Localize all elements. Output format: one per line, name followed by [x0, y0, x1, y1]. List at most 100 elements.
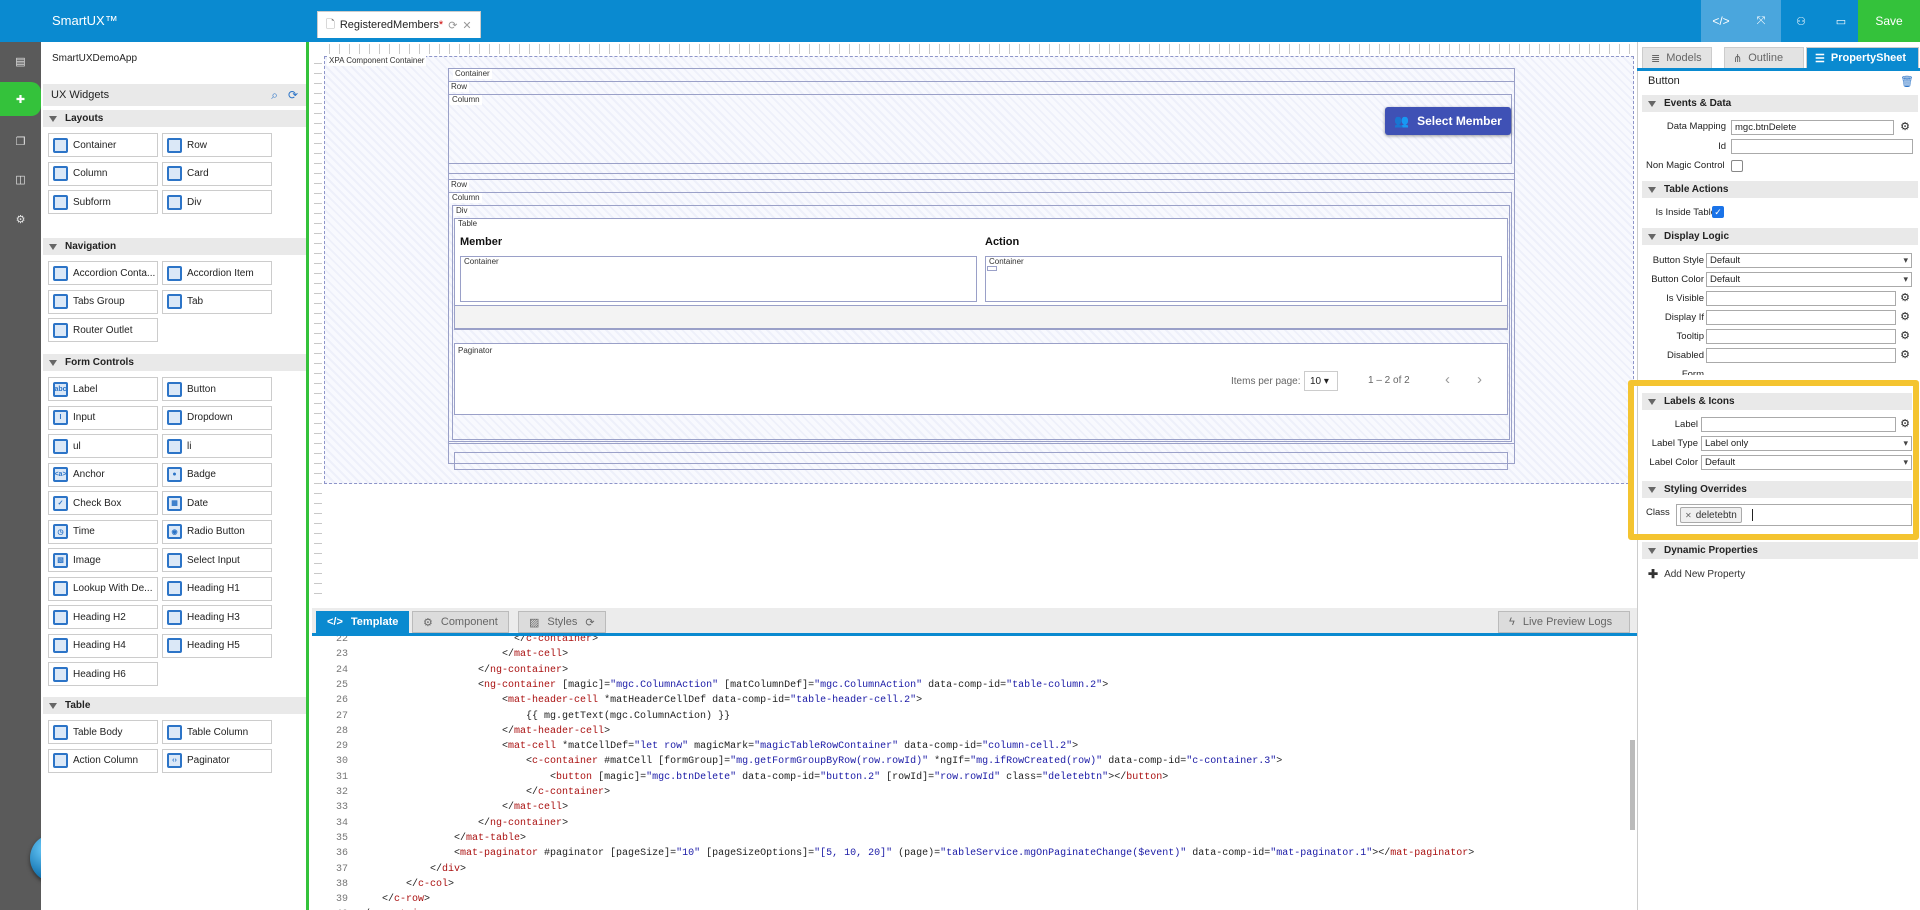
disabled-input[interactable] — [1706, 348, 1896, 363]
code-line[interactable]: 26 <mat-header-cell *matHeaderCellDef da… — [312, 693, 922, 708]
widget-item[interactable]: Heading H4 — [48, 633, 158, 658]
widget-item[interactable]: Heading H5 — [162, 633, 272, 658]
chart-icon[interactable]: ◫ — [0, 162, 41, 196]
widget-item[interactable]: Heading H3 — [162, 605, 272, 629]
prev-page-icon[interactable]: ‹ — [1445, 371, 1450, 388]
widget-item[interactable]: Container — [48, 133, 158, 157]
copy-icon[interactable]: ❐ — [0, 124, 41, 158]
gear-icon[interactable]: ⚙ — [0, 202, 41, 236]
widget-section-1[interactable]: Navigation — [43, 238, 306, 255]
widget-item[interactable]: ul — [48, 434, 158, 458]
tab-component[interactable]: ⚙ Component — [412, 611, 509, 633]
widget-item[interactable]: I Input — [48, 405, 158, 430]
section-dynamic-properties[interactable]: Dynamic Properties — [1642, 542, 1918, 559]
widget-item[interactable]: Button — [162, 377, 272, 401]
code-line[interactable]: 25 <ng-container [magic]="mgc.ColumnActi… — [312, 678, 1108, 693]
section-display-logic[interactable]: Display Logic — [1642, 228, 1918, 245]
code-line[interactable]: 34 </ng-container> — [312, 816, 568, 831]
id-input[interactable] — [1731, 139, 1913, 154]
add-property-button[interactable]: ✚ Add New Property — [1648, 567, 1745, 581]
widget-item[interactable]: Tabs Group — [48, 289, 158, 314]
widget-item[interactable]: ▦ Date — [162, 491, 272, 515]
tab-styles[interactable]: ▨ Styles ⟳ — [518, 611, 606, 633]
code-line[interactable]: 33 </mat-cell> — [312, 800, 568, 815]
widget-item[interactable]: ▧ Image — [48, 548, 158, 572]
display-if-input[interactable] — [1706, 310, 1896, 325]
widget-item[interactable]: Action Column — [48, 748, 158, 773]
widget-item[interactable]: Select Input — [162, 548, 272, 572]
widget-item[interactable]: Table Column — [162, 720, 272, 744]
code-line[interactable]: 27 {{ mg.getText(mgc.ColumnAction) }} — [312, 709, 730, 724]
button-color-select[interactable]: Default — [1706, 272, 1912, 287]
data-mapping-input[interactable]: mgc.btnDelete — [1731, 120, 1894, 135]
page-size-select[interactable]: 10 ▾ — [1304, 371, 1338, 391]
widget-item[interactable]: ✓ Check Box — [48, 491, 158, 515]
refresh-icon[interactable]: ⟳ — [585, 616, 594, 629]
inside-table-checkbox[interactable]: ✓ — [1712, 206, 1724, 218]
tab-property-sheet[interactable]: ☰ PropertySheet — [1806, 47, 1919, 69]
widget-item[interactable]: Column — [48, 161, 158, 186]
button-style-select[interactable]: Default — [1706, 253, 1912, 268]
column-1[interactable] — [448, 94, 1512, 164]
code-line[interactable]: 23 </mat-cell> — [312, 647, 568, 662]
preview-button[interactable]: ▭ — [1821, 0, 1861, 42]
widget-item[interactable]: Subform — [48, 190, 158, 214]
select-member-button[interactable]: 👥 Select Member — [1385, 107, 1511, 135]
widget-section-0[interactable]: Layouts — [43, 110, 306, 127]
next-page-icon[interactable]: › — [1477, 371, 1482, 388]
tab-live-preview[interactable]: ϟ Live Preview Logs — [1498, 611, 1630, 633]
code-line[interactable]: 29 <mat-cell *matCellDef="let row" magic… — [312, 739, 1078, 754]
save-button[interactable]: Save — [1858, 0, 1920, 42]
widget-item[interactable]: Row — [162, 133, 272, 157]
gear-icon[interactable]: ⚙ — [1899, 349, 1911, 361]
close-icon[interactable]: ✕ — [462, 19, 471, 32]
tab-template[interactable]: </> Template — [316, 611, 410, 633]
widget-item[interactable]: Card — [162, 161, 272, 186]
widget-item[interactable]: Tab — [162, 289, 272, 314]
widget-item[interactable]: abc Label — [48, 377, 158, 401]
widget-item[interactable]: ‹› Paginator — [162, 748, 272, 773]
widget-item[interactable]: ● Badge — [162, 462, 272, 487]
paginator[interactable] — [454, 343, 1508, 415]
widget-item[interactable]: li — [162, 434, 272, 458]
code-line[interactable]: 24 </ng-container> — [312, 663, 568, 678]
widget-item[interactable]: Heading H1 — [162, 576, 272, 601]
extra-container[interactable] — [454, 452, 1508, 470]
document-icon[interactable]: ▤ — [0, 44, 41, 78]
code-line[interactable]: 30 <c-container #matCell [formGroup]="mg… — [312, 754, 1282, 769]
widget-item[interactable]: Dropdown — [162, 405, 272, 430]
code-line[interactable]: 31 <button [magic]="mgc.btnDelete" data-… — [312, 770, 1168, 785]
code-line[interactable]: 36 <mat-paginator #paginator [pageSize]=… — [312, 846, 1474, 861]
code-line[interactable]: 39 </c-row> — [312, 892, 430, 907]
is-visible-input[interactable] — [1706, 291, 1896, 306]
gear-icon[interactable]: ⚙ — [1899, 330, 1911, 342]
gear-icon[interactable]: ⚙ — [1899, 292, 1911, 304]
widget-item[interactable]: ◉ Radio Button — [162, 519, 272, 544]
puzzle-icon[interactable]: ✚ — [0, 82, 41, 116]
widget-item[interactable]: Lookup With De... — [48, 576, 158, 601]
tooltip-input[interactable] — [1706, 329, 1896, 344]
code-line[interactable]: 32 </c-container> — [312, 785, 610, 800]
gear-icon[interactable]: ⚙ — [1899, 311, 1911, 323]
tab-outline[interactable]: ⋔ Outline — [1724, 47, 1804, 69]
code-editor[interactable]: 22 </c-container> 23 </mat-cell> 24 </ng-c… — [312, 636, 1637, 910]
code-scrollbar[interactable] — [1630, 740, 1635, 830]
section-table-actions[interactable]: Table Actions — [1642, 181, 1918, 198]
widget-item[interactable]: Div — [162, 190, 272, 214]
code-line[interactable]: 22 </c-container> — [312, 636, 598, 647]
section-events-data[interactable]: Events & Data — [1642, 95, 1918, 112]
widget-item[interactable]: Table Body — [48, 720, 158, 744]
file-tab[interactable]: 🗋 RegisteredMembers * ⟳ ✕ — [317, 11, 481, 38]
settings-share-button[interactable]: ⚇ — [1781, 0, 1821, 42]
gear-icon[interactable]: ⚙ — [1899, 121, 1911, 133]
non-magic-checkbox[interactable] — [1731, 160, 1743, 172]
refresh-icon[interactable]: ⟳ — [448, 19, 457, 32]
expand-button[interactable]: ⤧ — [1741, 0, 1781, 42]
widget-item[interactable]: Router Outlet — [48, 318, 158, 342]
code-view-button[interactable]: </> — [1701, 0, 1741, 42]
member-cell-container[interactable] — [460, 256, 977, 302]
widget-item[interactable]: Heading H6 — [48, 662, 158, 686]
refresh-icon[interactable]: ⟳ — [288, 88, 298, 102]
code-line[interactable]: 37 </div> — [312, 862, 466, 877]
code-line[interactable]: 35 </mat-table> — [312, 831, 526, 846]
